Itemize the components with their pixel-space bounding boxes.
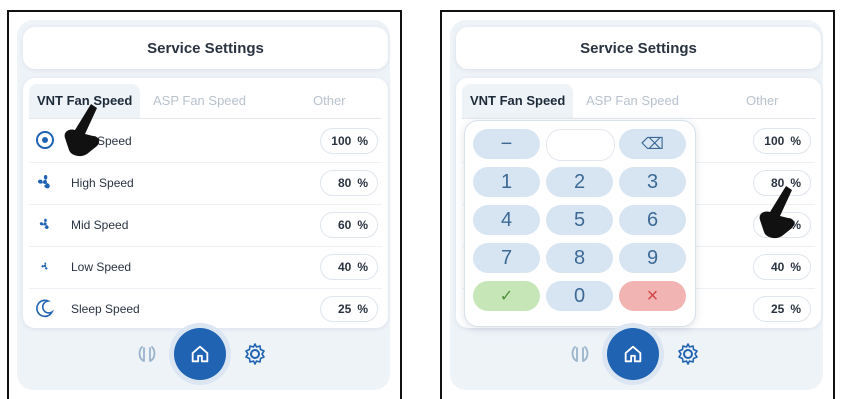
speed-value-field[interactable]: 25%: [753, 296, 811, 322]
bottom-nav: [121, 328, 281, 382]
digit-key-3[interactable]: 3: [619, 167, 686, 197]
digit-key-9[interactable]: 9: [619, 243, 686, 273]
digit-key-6[interactable]: 6: [619, 205, 686, 235]
fan-max-icon: [36, 131, 54, 149]
speed-value: 25: [337, 302, 352, 316]
speed-value: 80: [337, 176, 352, 190]
speed-unit: %: [357, 176, 368, 190]
digit-key-1[interactable]: 1: [473, 167, 540, 197]
speed-value: 40: [770, 260, 785, 274]
tab-other[interactable]: Other: [746, 84, 779, 118]
home-button[interactable]: [607, 328, 659, 380]
speed-row-high[interactable]: High Speed 80%: [29, 162, 382, 205]
speed-unit: %: [357, 134, 368, 148]
digit-key-7[interactable]: 7: [473, 243, 540, 273]
speed-value-field[interactable]: 100%: [320, 128, 378, 154]
moon-icon: [36, 299, 55, 318]
home-button[interactable]: [174, 328, 226, 380]
speed-value-field[interactable]: 100%: [753, 128, 811, 154]
speed-value: 100: [331, 134, 352, 148]
fan-low-icon: [41, 262, 48, 270]
gear-icon[interactable]: [676, 342, 700, 366]
digit-key-0[interactable]: 0: [546, 281, 613, 311]
gear-icon[interactable]: [243, 342, 267, 366]
numeric-keypad: − ⌫ 1 2 3 4 5 6 7 8 9 ✓ 0 ×: [464, 120, 696, 327]
speed-value: 60: [337, 218, 352, 232]
backspace-key[interactable]: ⌫: [619, 129, 686, 159]
tab-asp-fan-speed[interactable]: ASP Fan Speed: [586, 84, 679, 118]
tab-bar: VNT Fan Speed ASP Fan Speed Other: [462, 84, 815, 119]
digit-key-2[interactable]: 2: [546, 167, 613, 197]
speed-row-sleep[interactable]: Sleep Speed 25%: [29, 288, 382, 330]
speed-unit: %: [790, 260, 801, 274]
home-icon: [191, 345, 209, 363]
speed-label: Sleep Speed: [71, 302, 140, 316]
digit-key-5[interactable]: 5: [546, 205, 613, 235]
speed-value: 25: [770, 302, 785, 316]
keypad-display: [546, 129, 615, 161]
speed-value-field[interactable]: 40%: [753, 254, 811, 280]
speed-unit: %: [790, 134, 801, 148]
pointer-hand-icon: [64, 104, 100, 157]
speed-value: 100: [764, 134, 785, 148]
speed-unit: %: [357, 218, 368, 232]
bottom-nav: [554, 328, 714, 382]
speed-value-field[interactable]: 40%: [320, 254, 378, 280]
tab-vnt-fan-speed[interactable]: VNT Fan Speed: [462, 84, 574, 118]
speed-unit: %: [357, 260, 368, 274]
fan-mid-icon: [39, 218, 49, 230]
panel-right: Service Settings VNT Fan Speed ASP Fan S…: [440, 10, 835, 399]
speed-label: High Speed: [71, 176, 134, 190]
speed-unit: %: [357, 302, 368, 316]
close-icon: ×: [646, 284, 659, 307]
speed-label: Low Speed: [71, 260, 132, 274]
cancel-key[interactable]: ×: [619, 281, 686, 311]
pointer-hand-icon: [759, 186, 795, 239]
panel-left: Service Settings VNT Fan Speed ASP Fan S…: [7, 10, 402, 399]
speed-value-field[interactable]: 80%: [320, 170, 378, 196]
confirm-key[interactable]: ✓: [473, 281, 540, 311]
page-title-text: Service Settings: [580, 39, 697, 57]
check-icon: ✓: [499, 288, 514, 305]
fan-high-icon: [37, 174, 50, 189]
tab-asp-fan-speed[interactable]: ASP Fan Speed: [153, 84, 246, 118]
digit-key-4[interactable]: 4: [473, 205, 540, 235]
home-icon: [624, 345, 642, 363]
page-title: Service Settings: [456, 27, 821, 69]
speed-value-field[interactable]: 60%: [320, 212, 378, 238]
page-title-text: Service Settings: [147, 39, 264, 57]
fan-icon[interactable]: [568, 342, 592, 366]
tab-other[interactable]: Other: [313, 84, 346, 118]
speed-label: Mid Speed: [71, 218, 129, 232]
speed-unit: %: [790, 302, 801, 316]
digit-key-8[interactable]: 8: [546, 243, 613, 273]
page-title: Service Settings: [23, 27, 388, 69]
speed-value: 40: [337, 260, 352, 274]
speed-row-low[interactable]: Low Speed 40%: [29, 246, 382, 289]
backspace-icon: ⌫: [641, 136, 664, 153]
fan-icon[interactable]: [135, 342, 159, 366]
minus-key[interactable]: −: [473, 129, 540, 159]
speed-value-field[interactable]: 25%: [320, 296, 378, 322]
speed-row-mid[interactable]: Mid Speed 60%: [29, 204, 382, 247]
